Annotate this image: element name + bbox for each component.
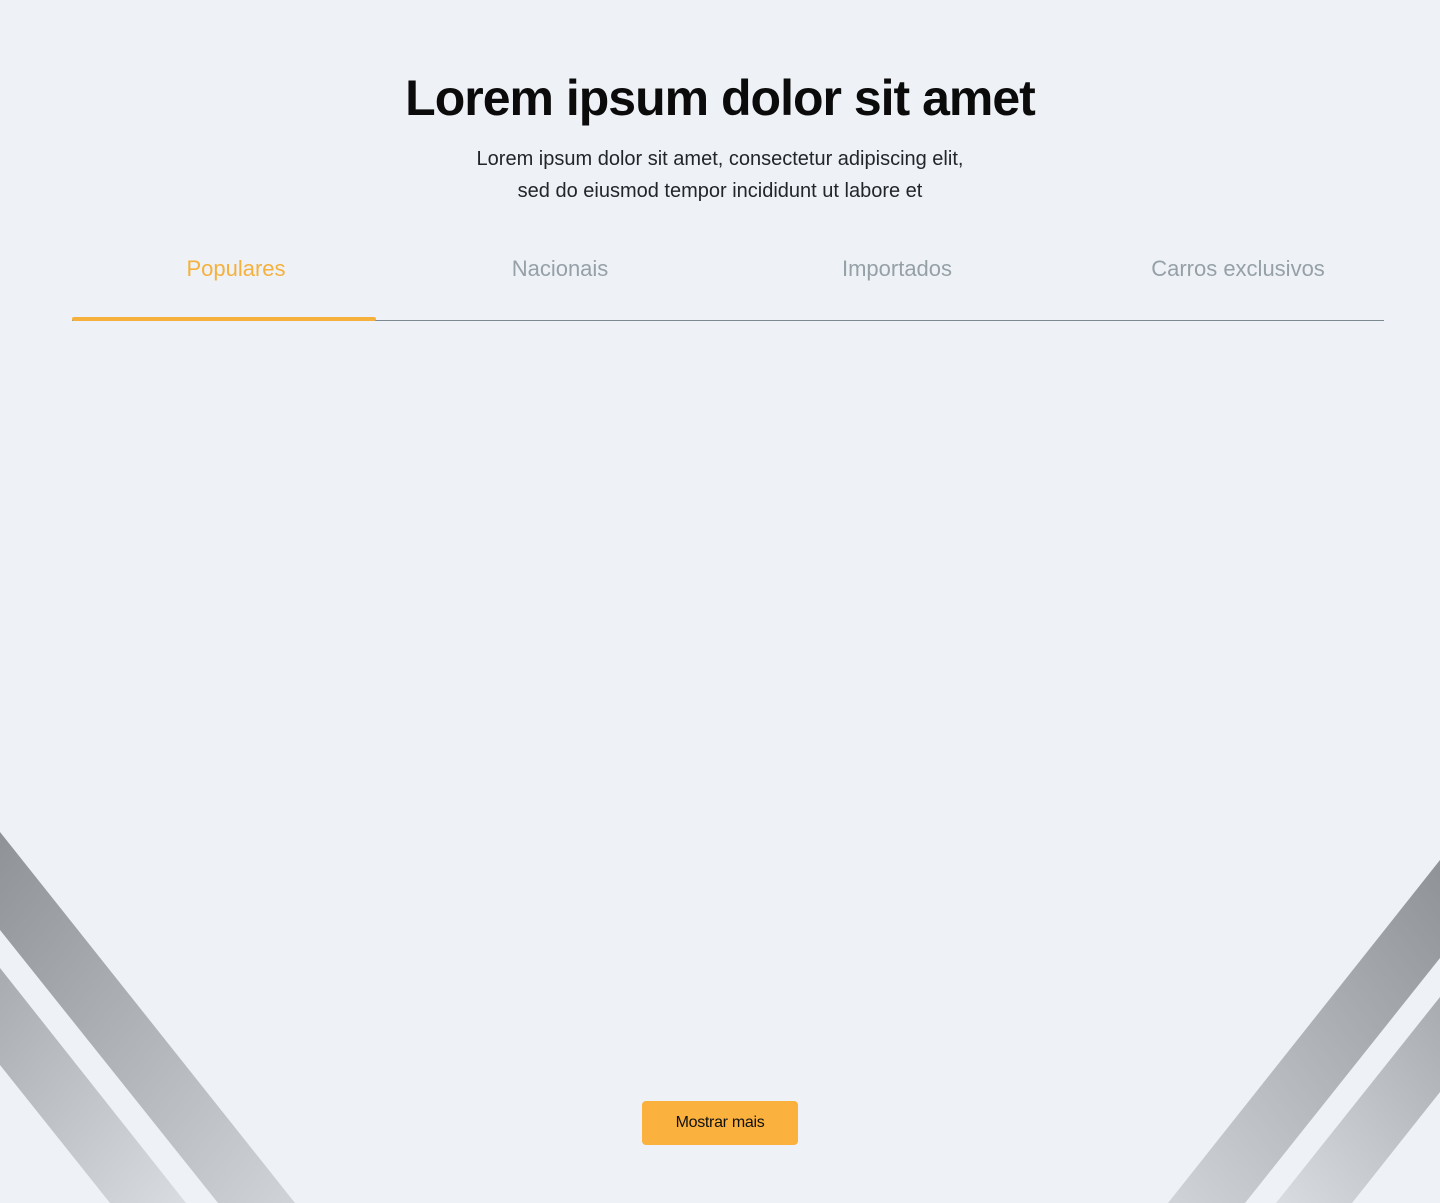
page-title: Lorem ipsum dolor sit amet [405,70,1036,126]
right-stripe-outer [1168,860,1440,1203]
right-stripe-inner [1276,997,1440,1203]
tab-carros-exclusivos[interactable]: Carros exclusivos [1151,256,1325,282]
left-stripe-inner [0,968,186,1203]
tab-nacionais[interactable]: Nacionais [512,256,609,282]
active-tab-indicator [72,317,376,321]
show-more-button[interactable]: Mostrar mais [642,1101,798,1145]
tab-importados[interactable]: Importados [842,256,952,282]
tab-populares[interactable]: Populares [186,256,285,282]
category-tabs: Populares Nacionais Importados Carros ex… [72,240,1384,321]
page-subtitle: Lorem ipsum dolor sit amet, consectetur … [0,143,1440,207]
subtitle-line-1: Lorem ipsum dolor sit amet, consectetur … [476,148,964,170]
subtitle-line-2: sed do eiusmod tempor incididunt ut labo… [517,180,923,202]
left-stripe-outer [0,832,295,1203]
